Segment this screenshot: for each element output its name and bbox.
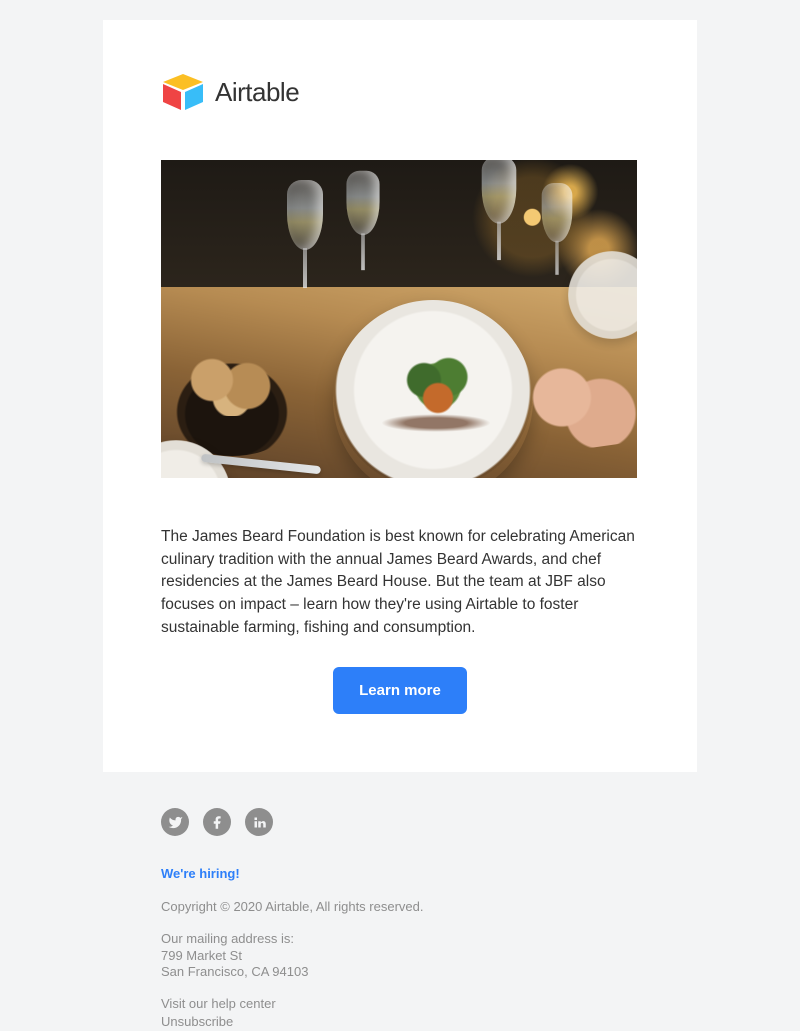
help-center-link[interactable]: Visit our help center bbox=[161, 996, 639, 1012]
unsubscribe-link[interactable]: Unsubscribe bbox=[161, 1014, 639, 1030]
address-label: Our mailing address is: bbox=[161, 931, 639, 947]
facebook-icon bbox=[210, 815, 225, 830]
hiring-link[interactable]: We're hiring! bbox=[161, 866, 639, 881]
airtable-logo-icon bbox=[161, 74, 205, 110]
address-line-1: 799 Market St bbox=[161, 948, 639, 964]
twitter-icon bbox=[168, 815, 183, 830]
brand-logo[interactable]: Airtable bbox=[161, 74, 639, 110]
twitter-link[interactable] bbox=[161, 808, 189, 836]
linkedin-icon bbox=[252, 815, 267, 830]
copyright-text: Copyright © 2020 Airtable, All rights re… bbox=[161, 899, 639, 915]
brand-name: Airtable bbox=[215, 77, 299, 108]
linkedin-link[interactable] bbox=[245, 808, 273, 836]
facebook-link[interactable] bbox=[203, 808, 231, 836]
learn-more-button[interactable]: Learn more bbox=[333, 667, 467, 714]
hero-image bbox=[161, 160, 637, 478]
email-footer: We're hiring! Copyright © 2020 Airtable,… bbox=[103, 772, 697, 1031]
address-line-2: San Francisco, CA 94103 bbox=[161, 964, 639, 980]
legal-text: Copyright © 2020 Airtable, All rights re… bbox=[161, 899, 639, 1031]
social-links bbox=[161, 808, 639, 836]
body-paragraph: The James Beard Foundation is best known… bbox=[161, 526, 639, 639]
email-card: Airtable The James Beard Foundation is b… bbox=[103, 20, 697, 772]
